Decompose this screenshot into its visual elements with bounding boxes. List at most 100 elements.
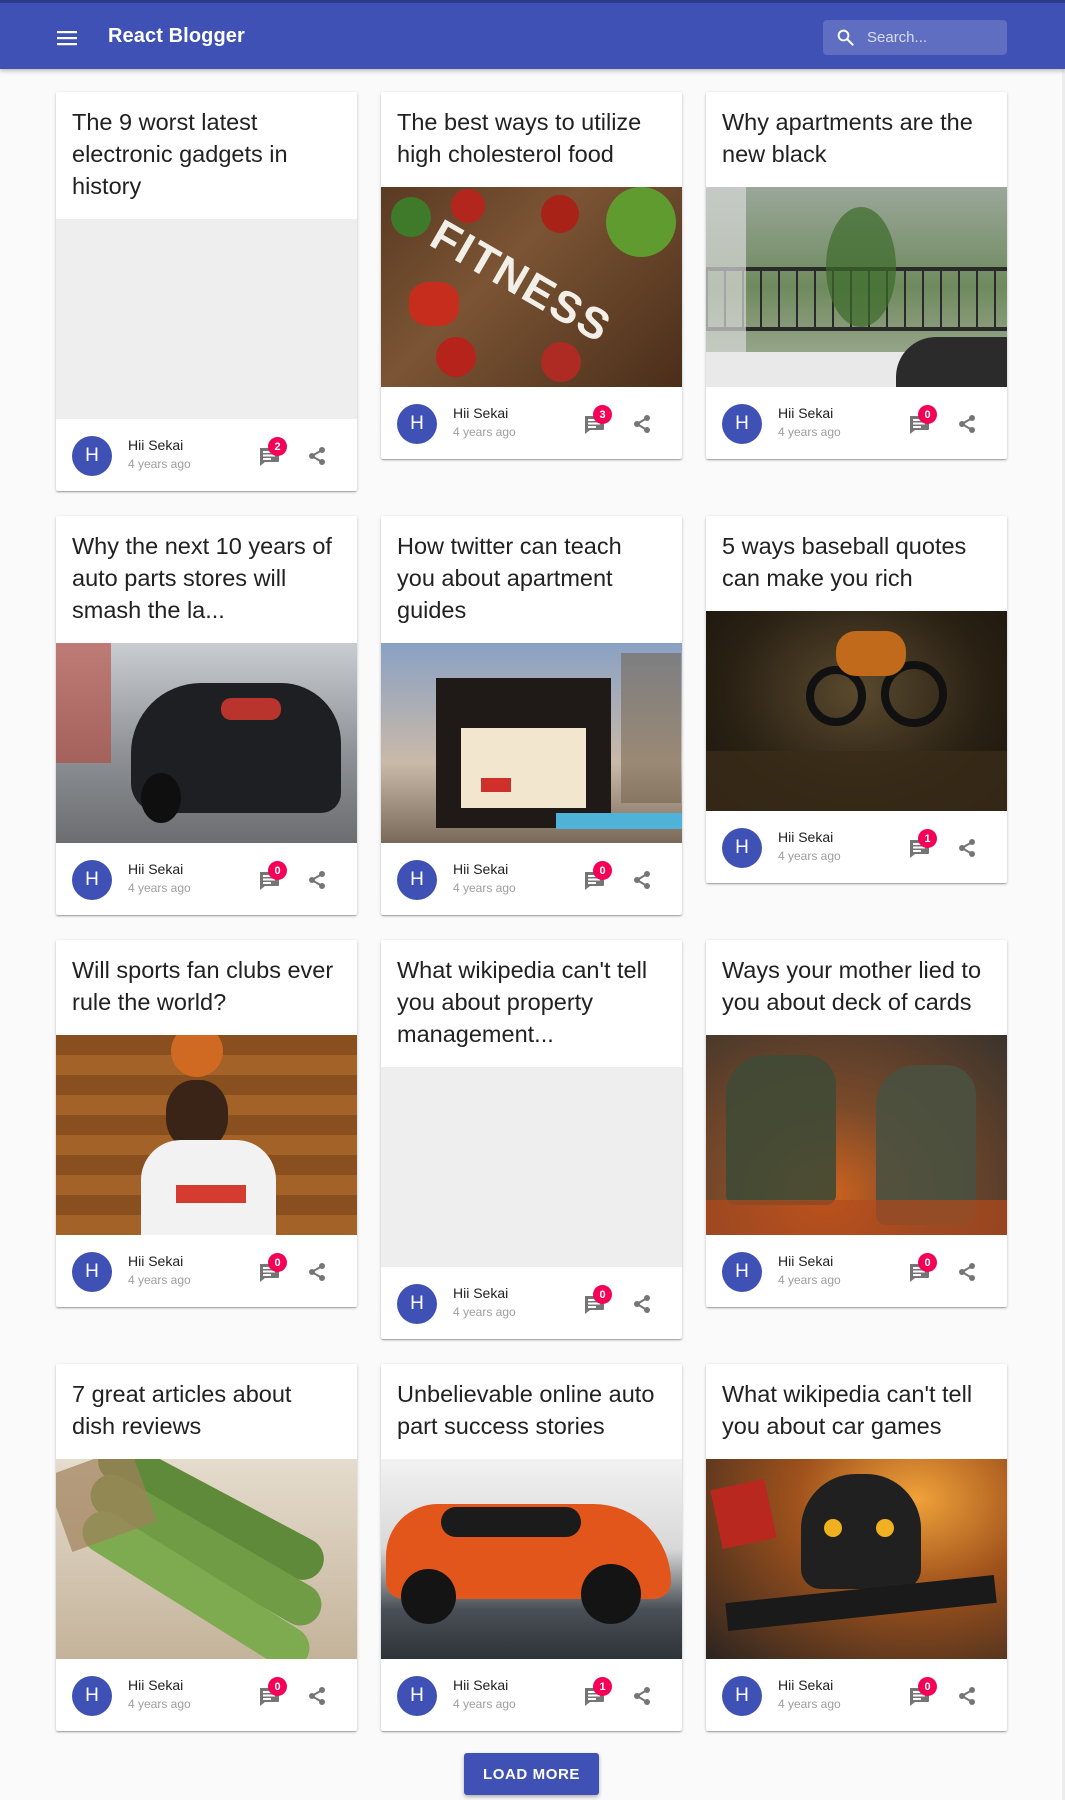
post-image — [706, 1035, 1007, 1235]
avatar[interactable]: H — [722, 1252, 762, 1292]
post-title[interactable]: How twitter can teach you about apartmen… — [381, 516, 682, 626]
post-card[interactable]: The best ways to utilize high cholestero… — [381, 92, 682, 459]
author-name: Hii Sekai — [778, 1253, 834, 1269]
post-card[interactable]: 7 great articles about dish reviews H Hi… — [56, 1364, 357, 1731]
comment-count-badge: 3 — [593, 405, 612, 424]
avatar[interactable]: H — [397, 404, 437, 444]
share-button[interactable] — [627, 409, 657, 439]
post-card[interactable]: What wikipedia can't tell you about prop… — [381, 940, 682, 1339]
share-button[interactable] — [627, 1289, 657, 1319]
avatar[interactable]: H — [722, 404, 762, 444]
post-title[interactable]: The best ways to utilize high cholestero… — [381, 92, 682, 170]
avatar[interactable]: H — [72, 860, 112, 900]
share-button[interactable] — [302, 441, 332, 471]
post-card[interactable]: What wikipedia can't tell you about car … — [706, 1364, 1007, 1731]
app-bar: React Blogger — [0, 0, 1065, 69]
share-button[interactable] — [952, 833, 982, 863]
comment-button[interactable]: 1 — [904, 829, 937, 863]
share-button[interactable] — [302, 865, 332, 895]
avatar[interactable]: H — [72, 1676, 112, 1716]
avatar[interactable]: H — [722, 828, 762, 868]
post-card[interactable]: Why apartments are the new black H Hii S… — [706, 92, 1007, 459]
post-image — [706, 611, 1007, 811]
share-button[interactable] — [627, 1681, 657, 1711]
post-title[interactable]: What wikipedia can't tell you about car … — [706, 1364, 1007, 1442]
post-card[interactable]: Unbelievable online auto part success st… — [381, 1364, 682, 1731]
share-icon — [634, 1295, 650, 1313]
author-name: Hii Sekai — [128, 861, 184, 877]
post-title[interactable]: Ways your mother lied to you about deck … — [706, 940, 1007, 1018]
share-button[interactable] — [302, 1257, 332, 1287]
post-footer: H Hii Sekai 4 years ago 1 — [381, 1659, 682, 1732]
author-name: Hii Sekai — [128, 1253, 184, 1269]
comment-button[interactable]: 1 — [579, 1677, 612, 1711]
post-title[interactable]: What wikipedia can't tell you about prop… — [381, 940, 682, 1050]
share-icon — [634, 871, 650, 889]
image-text-fitness: FITNESS — [422, 210, 620, 353]
share-icon — [309, 1687, 325, 1705]
avatar[interactable]: H — [72, 436, 112, 476]
share-button[interactable] — [952, 1681, 982, 1711]
comment-count-badge: 0 — [268, 1253, 287, 1272]
comment-count-badge: 0 — [918, 1253, 937, 1272]
comment-button[interactable]: 0 — [254, 861, 287, 895]
post-title[interactable]: 7 great articles about dish reviews — [56, 1364, 357, 1442]
post-footer: H Hii Sekai 4 years ago 3 — [381, 387, 682, 460]
post-time: 4 years ago — [778, 1273, 841, 1287]
comment-button[interactable]: 0 — [579, 1285, 612, 1319]
post-time: 4 years ago — [778, 425, 841, 439]
post-title[interactable]: Unbelievable online auto part success st… — [381, 1364, 682, 1442]
post-time: 4 years ago — [128, 1273, 191, 1287]
post-title[interactable]: 5 ways baseball quotes can make you rich — [706, 516, 1007, 594]
author-name: Hii Sekai — [128, 437, 184, 453]
post-card[interactable]: The 9 worst latest electronic gadgets in… — [56, 92, 357, 491]
share-icon — [959, 1687, 975, 1705]
share-button[interactable] — [952, 1257, 982, 1287]
post-image-placeholder — [381, 1067, 682, 1267]
post-image — [56, 1459, 357, 1659]
post-time: 4 years ago — [128, 881, 191, 895]
search-icon — [823, 20, 867, 55]
post-footer: H Hii Sekai 4 years ago 0 — [381, 843, 682, 916]
comment-button[interactable]: 0 — [254, 1677, 287, 1711]
comment-button[interactable]: 0 — [579, 861, 612, 895]
comment-button[interactable]: 0 — [904, 1253, 937, 1287]
post-time: 4 years ago — [778, 1697, 841, 1711]
share-icon — [309, 871, 325, 889]
share-button[interactable] — [952, 409, 982, 439]
search-input[interactable] — [867, 29, 997, 46]
post-title[interactable]: Will sports fan clubs ever rule the worl… — [56, 940, 357, 1018]
post-image-placeholder — [56, 219, 357, 419]
avatar[interactable]: H — [72, 1252, 112, 1292]
avatar[interactable]: H — [397, 860, 437, 900]
post-card[interactable]: How twitter can teach you about apartmen… — [381, 516, 682, 915]
comment-button[interactable]: 0 — [254, 1253, 287, 1287]
comment-button[interactable]: 3 — [579, 405, 612, 439]
post-footer: H Hii Sekai 4 years ago 0 — [56, 843, 357, 916]
load-more-button[interactable]: LOAD MORE — [464, 1753, 599, 1795]
post-time: 4 years ago — [453, 1305, 516, 1319]
comment-button[interactable]: 0 — [904, 405, 937, 439]
post-title[interactable]: Why the next 10 years of auto parts stor… — [56, 516, 357, 626]
post-image — [381, 643, 682, 843]
post-title[interactable]: Why apartments are the new black — [706, 92, 1007, 170]
share-button[interactable] — [627, 865, 657, 895]
post-image — [56, 1035, 357, 1235]
post-card[interactable]: 5 ways baseball quotes can make you rich… — [706, 516, 1007, 883]
comment-count-badge: 0 — [593, 861, 612, 880]
post-title[interactable]: The 9 worst latest electronic gadgets in… — [56, 92, 357, 202]
comment-button[interactable]: 2 — [254, 437, 287, 471]
author-name: Hii Sekai — [128, 1677, 184, 1693]
comment-count-badge: 0 — [593, 1285, 612, 1304]
share-button[interactable] — [302, 1681, 332, 1711]
avatar[interactable]: H — [397, 1284, 437, 1324]
post-card[interactable]: Will sports fan clubs ever rule the worl… — [56, 940, 357, 1307]
post-card[interactable]: Why the next 10 years of auto parts stor… — [56, 516, 357, 915]
post-footer: H Hii Sekai 4 years ago 0 — [56, 1659, 357, 1732]
avatar[interactable]: H — [722, 1676, 762, 1716]
search-box[interactable] — [823, 20, 1007, 55]
avatar[interactable]: H — [397, 1676, 437, 1716]
post-card[interactable]: Ways your mother lied to you about deck … — [706, 940, 1007, 1307]
menu-icon[interactable] — [52, 23, 82, 53]
comment-button[interactable]: 0 — [904, 1677, 937, 1711]
